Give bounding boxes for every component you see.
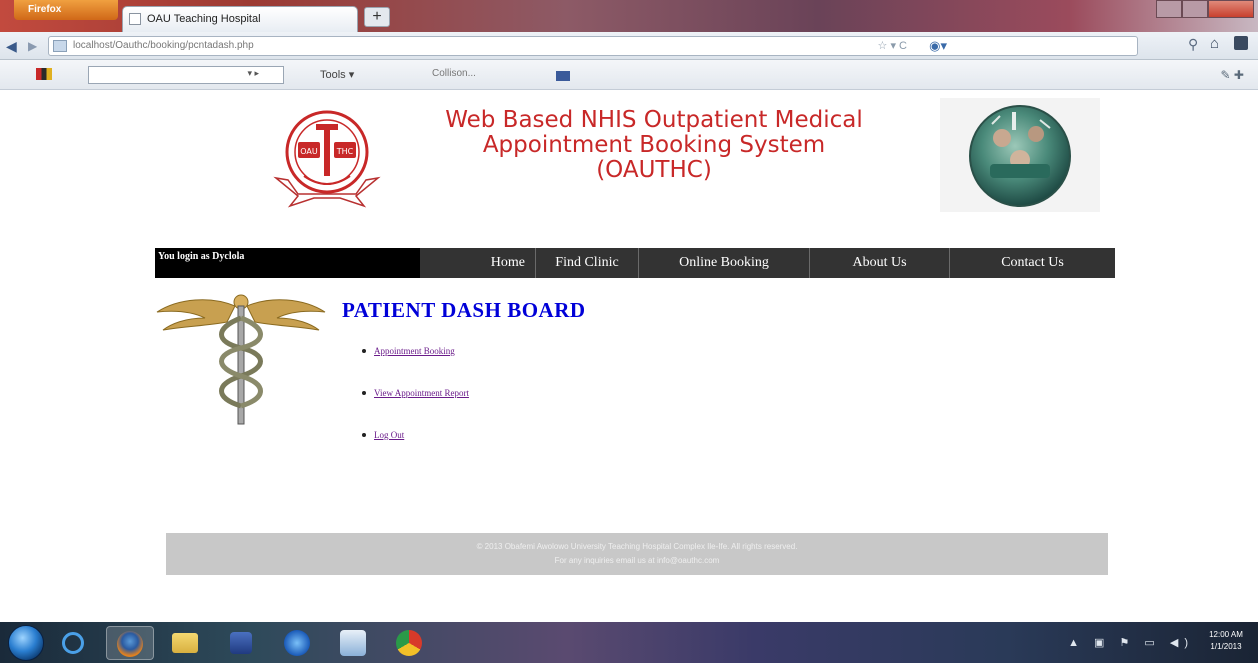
menu-item-find-clinic[interactable]: Find Clinic xyxy=(535,248,638,278)
appointment-booking-link[interactable]: Appointment Booking xyxy=(374,346,455,356)
log-out-link[interactable]: Log Out xyxy=(374,430,404,440)
bullet-icon xyxy=(362,432,366,437)
taskbar-globe-button[interactable] xyxy=(274,626,322,660)
firefox-menu-button[interactable]: Firefox xyxy=(14,0,118,20)
footer-contact: For any inquiries email us at info@oauth… xyxy=(554,556,720,565)
logo-text-thc: THC xyxy=(336,147,354,156)
page-footer: © 2013 Obafemi Awolowo University Teachi… xyxy=(166,533,1108,575)
caduceus-icon xyxy=(156,294,326,425)
address-bar[interactable]: localhost/Oauthc/booking/pcntadash.php ☆… xyxy=(48,36,1138,56)
main-menu: You login as Dyclola Home Find Clinic On… xyxy=(155,248,1115,278)
site-identity-icon[interactable] xyxy=(53,40,67,52)
tab-title: OAU Teaching Hospital xyxy=(147,13,261,25)
taskbar-explorer-button[interactable] xyxy=(162,626,210,660)
dashboard-links: Appointment Booking View Appointment Rep… xyxy=(362,345,469,471)
addon-toolbar: ▾ ▸ Tools ▾ Collison... ✎ ✚ xyxy=(0,60,1258,90)
firefox-icon xyxy=(117,631,143,657)
browser-tab[interactable]: OAU Teaching Hospital xyxy=(122,6,358,32)
footer-copyright: © 2013 Obafemi Awolowo University Teachi… xyxy=(476,542,798,551)
bullet-icon xyxy=(362,390,366,395)
menu-item-home[interactable]: Home xyxy=(420,248,535,278)
bookmarks-icon[interactable] xyxy=(1234,36,1248,50)
page-favicon-icon xyxy=(129,13,141,25)
list-item: Log Out xyxy=(362,429,469,471)
home-icon[interactable]: ⌂ xyxy=(1210,35,1219,52)
login-status: You login as Dyclola xyxy=(155,248,420,278)
system-tray-icons[interactable]: ▲ ▣ ⚑ ▭ ◀) xyxy=(1068,636,1194,649)
site-title: Web Based NHIS Outpatient Medical Appoin… xyxy=(404,108,904,183)
site-title-line1: Web Based NHIS Outpatient Medical xyxy=(445,107,863,133)
browser-titlebar: Firefox OAU Teaching Hospital + xyxy=(0,0,1258,32)
taskbar-firefox-button[interactable] xyxy=(106,626,154,660)
bookmark-reload-icons[interactable]: ☆ ▾ C xyxy=(878,39,907,52)
taskbar-clock[interactable]: 12:00 AM 1/1/2013 xyxy=(1204,629,1248,653)
chrome-icon xyxy=(396,630,422,656)
maximize-button[interactable] xyxy=(1182,0,1208,18)
toolbar-text[interactable]: Collison... xyxy=(432,68,476,79)
back-arrow-icon[interactable]: ◀ xyxy=(6,36,28,56)
forward-arrow-icon[interactable]: ▶ xyxy=(28,36,44,56)
taskbar-media-button[interactable] xyxy=(218,626,266,660)
navigation-bar: ◀ ▶ localhost/Oauthc/booking/pcntadash.p… xyxy=(0,32,1258,60)
list-item: View Appointment Report xyxy=(362,387,469,429)
site-title-line3: (OAUTHC) xyxy=(596,157,712,183)
toolbar-search-dropdown[interactable]: ▾ ▸ xyxy=(88,66,284,84)
close-window-button[interactable] xyxy=(1208,0,1254,18)
toolbar-tools-menu[interactable]: Tools ▾ xyxy=(320,68,354,81)
search-engine-icon[interactable]: ◉▾ xyxy=(929,38,947,54)
toolbar-small-icon[interactable] xyxy=(556,71,570,81)
start-button[interactable] xyxy=(8,625,44,661)
taskbar-ie-button[interactable] xyxy=(50,626,98,660)
menu-item-about-us[interactable]: About Us xyxy=(809,248,949,278)
window-controls xyxy=(1156,0,1254,18)
taskbar-messenger-button[interactable] xyxy=(330,626,378,660)
list-item: Appointment Booking xyxy=(362,345,469,387)
menu-item-contact-us[interactable]: Contact Us xyxy=(949,248,1115,278)
media-player-icon xyxy=(230,632,252,654)
search-icon[interactable]: ⚲ xyxy=(1188,36,1198,53)
windows-taskbar: ▲ ▣ ⚑ ▭ ◀) 12:00 AM 1/1/2013 xyxy=(0,622,1258,663)
url-text[interactable]: localhost/Oauthc/booking/pcntadash.php xyxy=(73,40,254,51)
new-tab-button[interactable]: + xyxy=(364,7,390,27)
menu-item-online-booking[interactable]: Online Booking xyxy=(638,248,809,278)
toolbar-flag-icon[interactable] xyxy=(36,68,52,80)
web-page: OAU THC Web Based NHIS Outpatient Medica… xyxy=(0,90,1258,622)
site-title-line2: Appointment Booking System xyxy=(482,132,826,158)
oauthc-logo: OAU THC xyxy=(273,110,381,208)
clock-time: 12:00 AM xyxy=(1209,630,1243,639)
minimize-button[interactable] xyxy=(1156,0,1182,18)
globe-icon xyxy=(284,630,310,656)
chevron-down-icon[interactable]: ▾ ▸ xyxy=(247,68,259,79)
view-appointment-report-link[interactable]: View Appointment Report xyxy=(374,388,469,398)
internet-explorer-icon xyxy=(62,632,84,654)
logo-text-oau: OAU xyxy=(300,147,318,156)
bullet-icon xyxy=(362,348,366,353)
clock-date: 1/1/2013 xyxy=(1210,642,1242,651)
folder-icon xyxy=(172,633,198,653)
messenger-icon xyxy=(340,630,366,656)
toolbar-right-icons[interactable]: ✎ ✚ xyxy=(1221,68,1244,82)
surgery-globe-image xyxy=(940,98,1100,212)
dashboard-title: PATIENT DASH BOARD xyxy=(342,298,586,322)
taskbar-chrome-button[interactable] xyxy=(386,626,434,660)
